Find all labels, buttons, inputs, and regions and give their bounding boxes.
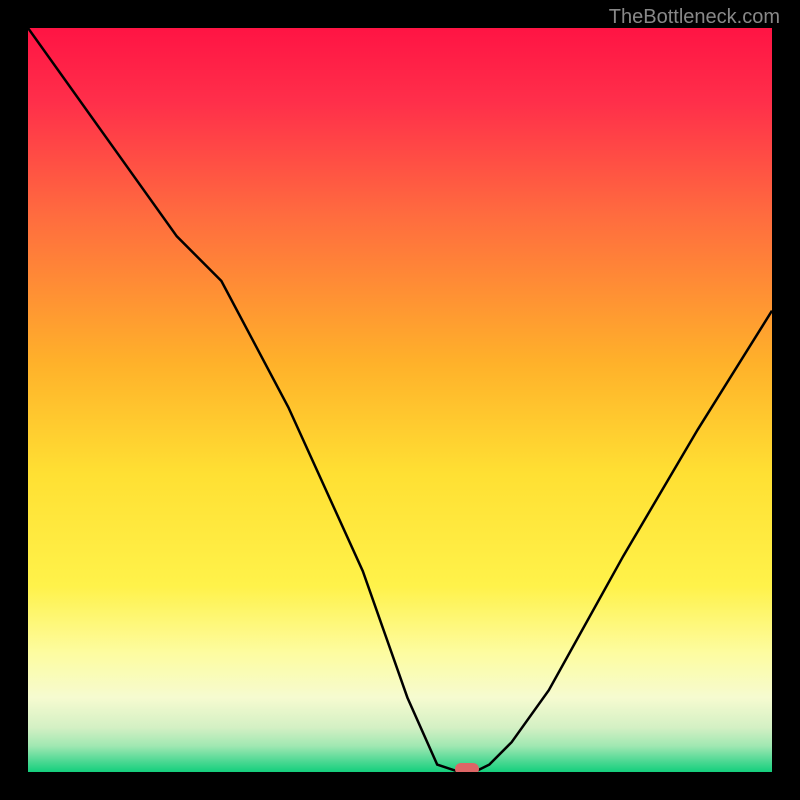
optimal-marker (455, 763, 479, 772)
chart-svg (28, 28, 772, 772)
gradient-background (28, 28, 772, 772)
watermark-text: TheBottleneck.com (609, 6, 780, 29)
chart-plot-area (28, 28, 772, 772)
